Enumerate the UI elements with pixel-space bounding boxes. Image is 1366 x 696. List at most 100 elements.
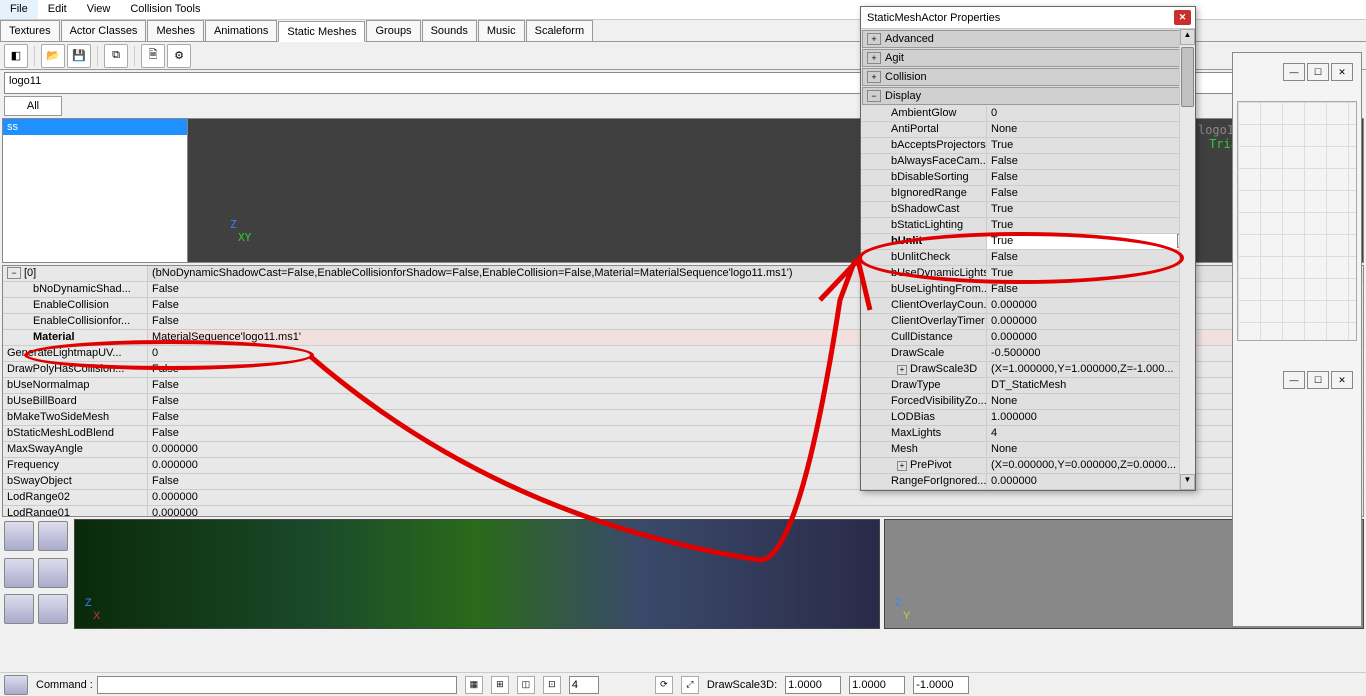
expand-icon[interactable]: +	[867, 52, 881, 64]
grid-viewport[interactable]	[1238, 102, 1356, 340]
max-button[interactable]: ☐	[1307, 371, 1329, 389]
section-agit[interactable]: Agit	[885, 52, 904, 64]
tab-scaleform[interactable]: Scaleform	[526, 20, 594, 41]
spin-value[interactable]	[569, 676, 599, 694]
prop-value[interactable]: 0.000000	[148, 490, 1363, 505]
prop-value[interactable]: 4	[987, 426, 1195, 442]
rotate-icon[interactable]: ⟳	[655, 676, 673, 694]
prop-value[interactable]: 0.000000	[987, 314, 1195, 330]
prop-value[interactable]: 0.000000	[987, 330, 1195, 346]
properties-window: StaticMeshActor Properties ✕ +Advanced +…	[860, 6, 1196, 491]
prop-value[interactable]: 0.000000	[148, 506, 1363, 517]
prop-name: bMakeTwoSideMesh	[3, 410, 148, 425]
drawscale-z[interactable]	[913, 676, 969, 694]
tab-groups[interactable]: Groups	[366, 20, 420, 41]
prop-bunlit-value[interactable]: True▼	[987, 234, 1195, 250]
menu-file[interactable]: File	[0, 0, 38, 19]
copy-icon[interactable]: ⧉	[104, 44, 128, 68]
prop-value[interactable]: 0.000000	[987, 298, 1195, 314]
prop-name: bStaticMeshLodBlend	[3, 426, 148, 441]
tool-button[interactable]	[38, 594, 68, 624]
collapse-icon[interactable]: −	[867, 90, 881, 102]
prop-name: DrawPolyHasCollision...	[3, 362, 148, 377]
drawscale-x[interactable]	[785, 676, 841, 694]
status-icon[interactable]: ⊞	[491, 676, 509, 694]
new-icon[interactable]: 🗎	[141, 44, 165, 68]
expand-icon[interactable]: +	[867, 71, 881, 83]
menu-collision-tools[interactable]: Collision Tools	[120, 0, 210, 19]
prop-name: AntiPortal	[861, 122, 987, 138]
command-input[interactable]	[97, 676, 457, 694]
prop-value[interactable]: DT_StaticMesh	[987, 378, 1195, 394]
asset-list: ss	[3, 119, 188, 262]
tool-button[interactable]	[4, 521, 34, 551]
menu-edit[interactable]: Edit	[38, 0, 77, 19]
tab-animations[interactable]: Animations	[205, 20, 277, 41]
tab-sounds[interactable]: Sounds	[422, 20, 477, 41]
menu-view[interactable]: View	[77, 0, 121, 19]
section-display[interactable]: Display	[885, 90, 921, 102]
open-icon[interactable]: 📂	[41, 44, 65, 68]
expand-icon[interactable]: +	[897, 461, 907, 471]
tool-button[interactable]	[4, 558, 34, 588]
prop-value[interactable]: 0.000000	[987, 474, 1195, 490]
prop-name: bAcceptsProjectors	[861, 138, 987, 154]
tab-static-meshes[interactable]: Static Meshes	[278, 21, 365, 42]
close-icon[interactable]: ✕	[1174, 10, 1191, 25]
list-item[interactable]: ss	[3, 119, 187, 135]
tool-icon[interactable]: ⚙	[167, 44, 191, 68]
right-side-panel: — ☐ ✕ — ☐ ✕	[1232, 52, 1362, 627]
drawscale-y[interactable]	[849, 676, 905, 694]
scroll-up-icon[interactable]: ▲	[1180, 29, 1195, 45]
close-button[interactable]: ✕	[1331, 63, 1353, 81]
prop-value[interactable]: False	[987, 170, 1195, 186]
prop-value[interactable]: True	[987, 202, 1195, 218]
tool-button[interactable]	[38, 558, 68, 588]
expand-icon[interactable]: +	[897, 365, 907, 375]
collapse-icon[interactable]: −	[7, 267, 21, 279]
status-icon[interactable]: ▦	[465, 676, 483, 694]
perspective-viewport[interactable]: ZX	[74, 519, 880, 629]
prop-value[interactable]: True	[987, 218, 1195, 234]
prop-value[interactable]: 0	[987, 106, 1195, 122]
prop-value[interactable]: None	[987, 122, 1195, 138]
status-icon[interactable]: ◫	[517, 676, 535, 694]
filter-all-button[interactable]: All	[4, 96, 62, 116]
prop-value[interactable]: True	[987, 266, 1195, 282]
expand-icon[interactable]: +	[867, 33, 881, 45]
prop-name: ForcedVisibilityZo...	[861, 394, 987, 410]
prop-value[interactable]: False	[987, 282, 1195, 298]
prop-value[interactable]: (X=0.000000,Y=0.000000,Z=0.0000...	[987, 458, 1195, 474]
scroll-down-icon[interactable]: ▼	[1180, 474, 1195, 490]
prop-bunlit-name: bUnlit	[861, 234, 987, 250]
save-icon[interactable]: 💾	[67, 44, 91, 68]
prop-name: ClientOverlayTimer	[861, 314, 987, 330]
tab-actor-classes[interactable]: Actor Classes	[61, 20, 147, 41]
section-advanced[interactable]: Advanced	[885, 33, 934, 45]
prop-value[interactable]: False	[987, 250, 1195, 266]
prop-value[interactable]: None	[987, 394, 1195, 410]
prop-name: bUseNormalmap	[3, 378, 148, 393]
dock-icon[interactable]: ◧	[4, 44, 28, 68]
scale-icon[interactable]: ⤢	[681, 676, 699, 694]
tool-button[interactable]	[38, 521, 68, 551]
scrollbar-thumb[interactable]	[1181, 47, 1194, 107]
prop-value[interactable]: -0.500000	[987, 346, 1195, 362]
prop-value[interactable]: 1.000000	[987, 410, 1195, 426]
status-icon[interactable]: ⊡	[543, 676, 561, 694]
tab-music[interactable]: Music	[478, 20, 525, 41]
tab-meshes[interactable]: Meshes	[147, 20, 204, 41]
prop-value[interactable]: False	[987, 186, 1195, 202]
min-button[interactable]: —	[1283, 371, 1305, 389]
prop-value[interactable]: None	[987, 442, 1195, 458]
section-collision[interactable]: Collision	[885, 71, 927, 83]
tab-textures[interactable]: Textures	[0, 20, 60, 41]
tool-button[interactable]	[4, 594, 34, 624]
prop-value[interactable]: False	[987, 154, 1195, 170]
max-button[interactable]: ☐	[1307, 63, 1329, 81]
prop-value[interactable]: (X=1.000000,Y=1.000000,Z=-1.000...	[987, 362, 1195, 378]
close-button[interactable]: ✕	[1331, 371, 1353, 389]
shield-icon[interactable]	[4, 675, 28, 695]
min-button[interactable]: —	[1283, 63, 1305, 81]
prop-value[interactable]: True	[987, 138, 1195, 154]
